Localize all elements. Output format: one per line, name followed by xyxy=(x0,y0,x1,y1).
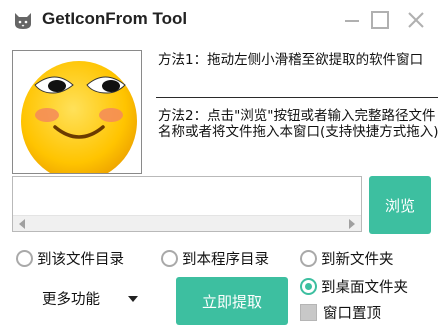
radio-to-file-dir[interactable]: 到该文件目录 xyxy=(16,248,124,269)
radio-label: 到本程序目录 xyxy=(182,252,269,268)
radio-to-program-dir[interactable]: 到本程序目录 xyxy=(161,248,269,269)
radio-icon xyxy=(16,250,33,267)
divider xyxy=(156,97,438,98)
radio-checked-icon xyxy=(300,278,317,295)
window-on-top-checkbox[interactable]: 窗口置顶 xyxy=(300,302,381,323)
icon-preview-drag-handle[interactable] xyxy=(12,50,142,174)
scroll-left-icon[interactable] xyxy=(19,219,25,229)
minimize-button[interactable] xyxy=(340,8,364,32)
radio-to-desktop-folder[interactable]: 到桌面文件夹 xyxy=(300,276,408,297)
path-input[interactable] xyxy=(13,177,361,215)
close-button[interactable] xyxy=(404,8,428,32)
caret-down-icon xyxy=(128,295,138,302)
radio-to-new-folder[interactable]: 到新文件夹 xyxy=(300,248,394,269)
checkbox-icon xyxy=(300,304,317,321)
browse-button[interactable]: 浏览 xyxy=(369,176,431,234)
minimize-icon xyxy=(345,20,359,22)
radio-icon xyxy=(300,250,317,267)
checkbox-label: 窗口置顶 xyxy=(323,306,381,322)
radio-icon xyxy=(161,250,178,267)
cat-icon xyxy=(15,13,31,29)
scroll-right-icon[interactable] xyxy=(349,219,355,229)
close-icon xyxy=(408,12,424,28)
radio-label: 到新文件夹 xyxy=(321,252,394,268)
more-functions-label: 更多功能 xyxy=(42,292,100,308)
maximize-button[interactable] xyxy=(368,8,392,32)
method2-instruction: 方法2：点击"浏览"按钮或者输入完整路径文件名称或者将文件拖入本窗口(支持快捷方… xyxy=(158,108,439,140)
radio-label: 到该文件目录 xyxy=(37,252,124,268)
smiley-face-icon xyxy=(21,61,137,173)
radio-label: 到桌面文件夹 xyxy=(321,280,408,296)
path-field[interactable] xyxy=(12,176,362,232)
maximize-icon xyxy=(371,11,389,29)
method1-instruction: 方法1：拖动左侧小滑稽至欲提取的软件窗口 xyxy=(158,52,424,68)
window-title: GetIconFrom Tool xyxy=(42,9,188,28)
extract-button[interactable]: 立即提取 xyxy=(176,277,288,325)
more-functions-dropdown[interactable]: 更多功能 xyxy=(42,288,138,309)
title-bar: GetIconFrom Tool xyxy=(0,0,442,40)
horizontal-scrollbar[interactable] xyxy=(13,215,361,231)
